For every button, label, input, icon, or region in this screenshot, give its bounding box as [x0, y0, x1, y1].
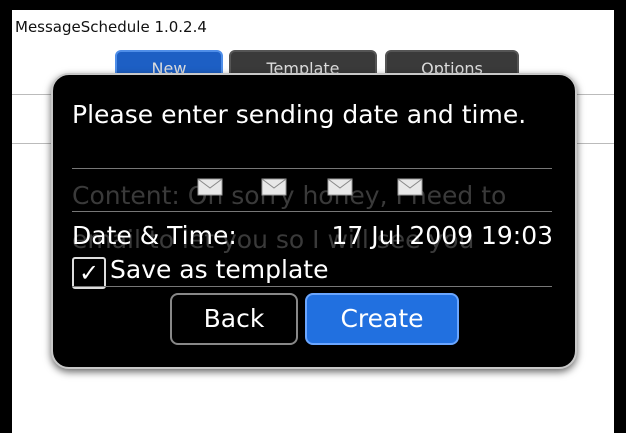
envelope-icon — [397, 178, 423, 196]
dialog-separator — [72, 211, 552, 212]
save-template-checkbox[interactable]: ✓ — [72, 257, 106, 289]
bezel-right — [614, 0, 626, 433]
envelope-icon — [197, 178, 223, 196]
date-time-dialog: Please enter sending date and time. Cont… — [51, 73, 577, 369]
envelope-icon — [327, 178, 353, 196]
device-frame: MessageSchedule 1.0.2.4 New Template Opt… — [0, 0, 626, 433]
app-title: MessageSchedule 1.0.2.4 — [12, 10, 614, 44]
datetime-value[interactable]: 17 Jul 2009 19:03 — [332, 221, 553, 250]
envelope-icon — [261, 178, 287, 196]
bezel-left — [0, 0, 12, 433]
save-template-label: Save as template — [110, 255, 329, 284]
ghost-content-text: Content: Oh sorry honey, I need to — [72, 181, 507, 210]
dialog-separator — [72, 286, 552, 287]
datetime-label: Date & Time: — [72, 221, 237, 250]
bezel-top — [0, 0, 626, 10]
back-button[interactable]: Back — [170, 293, 298, 345]
create-button[interactable]: Create — [305, 293, 459, 345]
dialog-prompt: Please enter sending date and time. — [72, 100, 527, 129]
dialog-separator — [72, 168, 552, 169]
